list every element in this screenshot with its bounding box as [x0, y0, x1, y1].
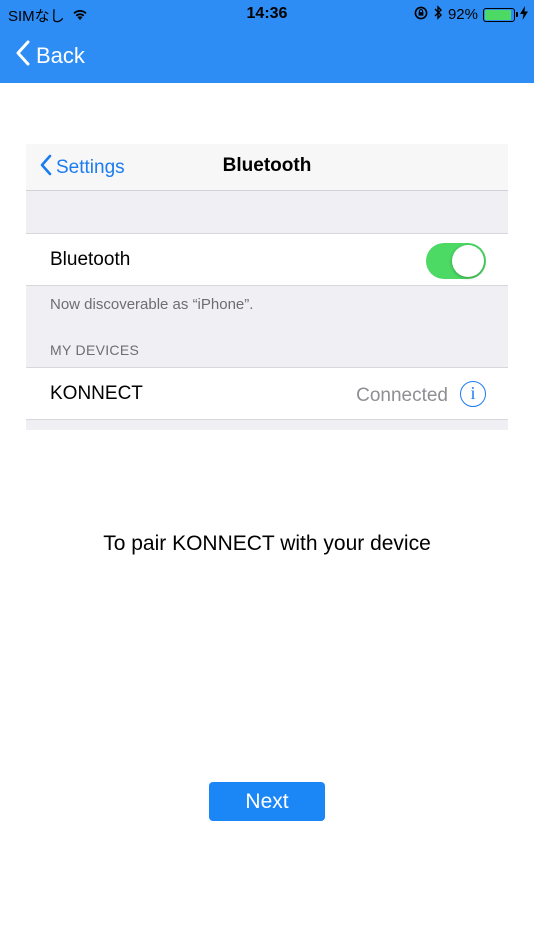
app-header: SIMなし 14:36 92% Back [0, 0, 534, 83]
chevron-left-icon [16, 40, 30, 72]
battery-fill [485, 9, 511, 20]
next-button[interactable]: Next [209, 782, 325, 821]
charging-icon [520, 5, 528, 24]
device-status: Connected [356, 385, 448, 406]
bluetooth-toggle [426, 243, 486, 279]
toggle-knob [452, 245, 484, 277]
bluetooth-label: Bluetooth [50, 249, 131, 270]
info-icon: i [460, 381, 486, 407]
settings-nav-bar: Settings Bluetooth [26, 144, 508, 191]
bluetooth-settings-illustration: Settings Bluetooth Bluetooth Now discove… [26, 144, 508, 430]
pairing-instruction: To pair KONNECT with your device [103, 532, 431, 555]
back-label: Back [36, 43, 85, 68]
section-header-my-devices: MY DEVICES [50, 342, 140, 358]
device-row: KONNECT Connected i [26, 367, 508, 420]
battery-percent: 92% [447, 6, 478, 23]
bluetooth-toggle-row: Bluetooth [26, 233, 508, 286]
bluetooth-icon [433, 5, 443, 24]
discoverable-note: Now discoverable as “iPhone”. [50, 296, 254, 313]
back-button[interactable]: Back [16, 40, 85, 72]
status-right: 92% [414, 5, 528, 24]
status-bar: SIMなし 14:36 92% [0, 0, 534, 28]
settings-title: Bluetooth [222, 155, 312, 176]
device-name: KONNECT [50, 383, 143, 404]
location-lock-icon [414, 6, 428, 24]
battery-icon [483, 7, 518, 22]
